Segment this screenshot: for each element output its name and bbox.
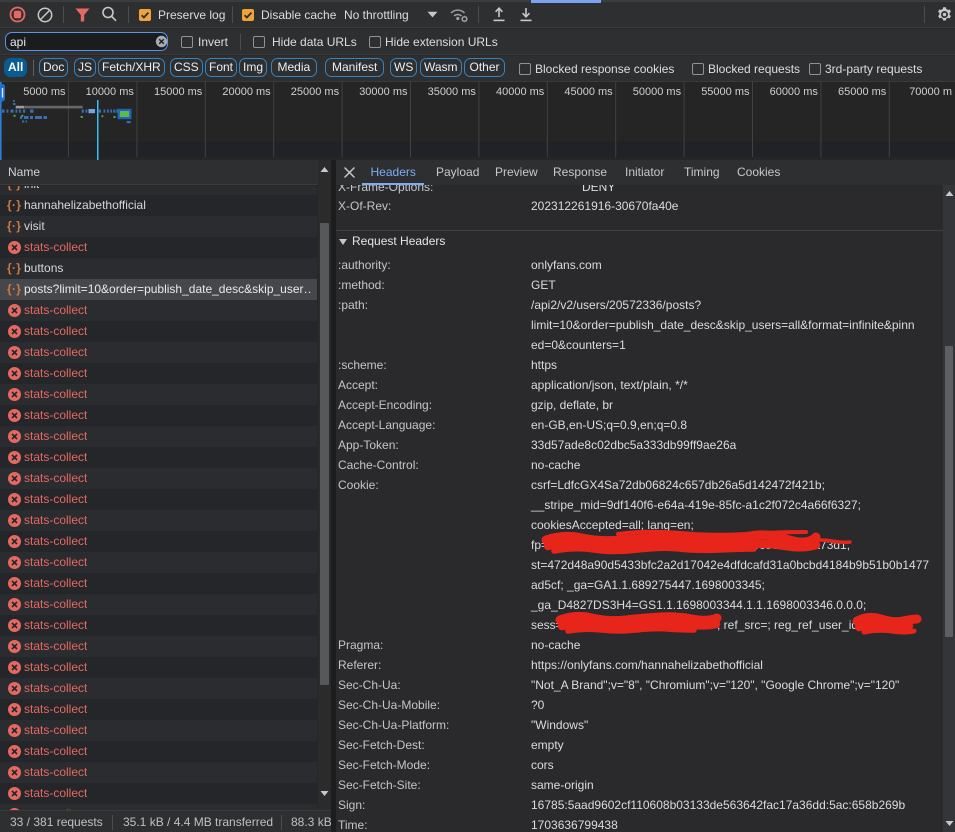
- svg-text:5000 ms: 5000 ms: [23, 86, 66, 98]
- svg-text:40000 ms: 40000 ms: [496, 86, 545, 98]
- svg-text:65000 ms: 65000 ms: [838, 86, 887, 98]
- svg-text:30000 ms: 30000 ms: [359, 86, 408, 98]
- svg-text:55000 ms: 55000 ms: [701, 86, 750, 98]
- svg-text:15000 ms: 15000 ms: [154, 86, 203, 98]
- svg-text:60000 ms: 60000 ms: [770, 86, 819, 98]
- svg-text:70000 m: 70000 m: [909, 86, 952, 98]
- svg-text:25000 ms: 25000 ms: [291, 86, 340, 98]
- svg-text:45000 ms: 45000 ms: [564, 86, 613, 98]
- svg-text:20000 ms: 20000 ms: [222, 86, 271, 98]
- svg-text:35000 ms: 35000 ms: [428, 86, 477, 98]
- svg-text:50000 ms: 50000 ms: [633, 86, 682, 98]
- svg-text:10000 ms: 10000 ms: [86, 86, 135, 98]
